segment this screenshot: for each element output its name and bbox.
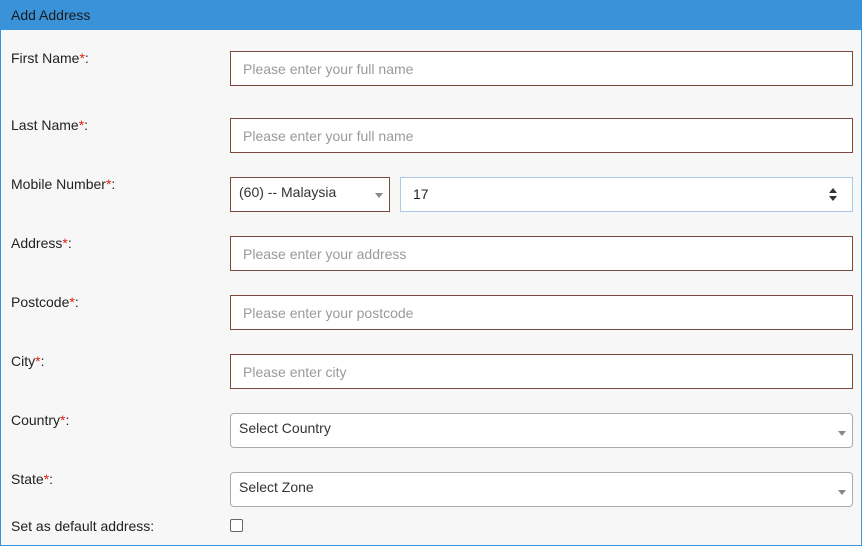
first-name-label: First Name*: (11, 50, 89, 66)
default-address-label: Set as default address: (11, 518, 155, 534)
state-selected-value: Select Zone (239, 479, 314, 495)
country-label-text: Country (11, 412, 61, 428)
state-label-text: State (11, 471, 44, 487)
chevron-down-icon (838, 431, 846, 436)
city-input[interactable] (230, 354, 853, 389)
city-label-text: City (11, 353, 36, 369)
country-code-value: (60) -- Malaysia (239, 184, 337, 200)
address-label: Address*: (11, 235, 72, 251)
last-name-label: Last Name*: (11, 117, 88, 133)
label-suffix: : (40, 353, 45, 369)
country-selected-value: Select Country (239, 420, 331, 436)
last-name-input[interactable] (230, 118, 853, 153)
mobile-number-input[interactable]: 17 (400, 177, 853, 212)
number-stepper-icon[interactable] (828, 188, 838, 202)
label-suffix: : (67, 235, 72, 251)
last-name-label-text: Last Name (11, 117, 79, 133)
country-select[interactable]: Select Country (230, 413, 853, 448)
label-suffix: : (49, 471, 54, 487)
mobile-number-value: 17 (413, 186, 429, 202)
country-code-select[interactable]: (60) -- Malaysia (230, 177, 390, 212)
label-suffix: : (65, 412, 70, 428)
default-address-checkbox[interactable] (230, 519, 243, 532)
chevron-down-icon (838, 490, 846, 495)
postcode-label-text: Postcode (11, 294, 70, 310)
label-suffix: : (84, 50, 89, 66)
mobile-number-label: Mobile Number*: (11, 176, 115, 192)
state-select[interactable]: Select Zone (230, 472, 853, 507)
country-label: Country*: (11, 412, 69, 428)
label-suffix: : (74, 294, 79, 310)
first-name-input[interactable] (230, 51, 853, 86)
postcode-label: Postcode*: (11, 294, 79, 310)
chevron-down-icon (375, 193, 383, 198)
state-label: State*: (11, 471, 53, 487)
panel-title: Add Address (1, 1, 861, 30)
label-suffix: : (111, 176, 116, 192)
label-suffix: : (84, 117, 89, 133)
mobile-number-label-text: Mobile Number (11, 176, 106, 192)
address-label-text: Address (11, 235, 63, 251)
address-input[interactable] (230, 236, 853, 271)
postcode-input[interactable] (230, 295, 853, 330)
add-address-panel: Add Address First Name*: Last Name*: Mob… (0, 0, 862, 546)
first-name-label-text: First Name (11, 50, 80, 66)
city-label: City*: (11, 353, 44, 369)
